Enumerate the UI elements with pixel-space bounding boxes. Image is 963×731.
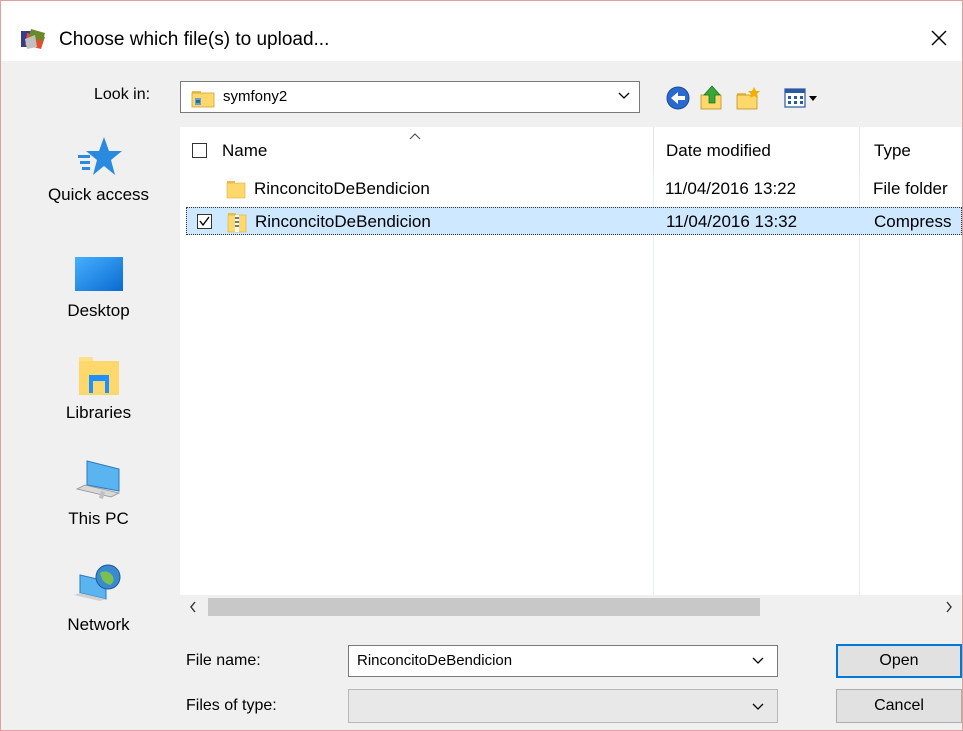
- look-in-label: Look in:: [94, 86, 151, 103]
- column-header-name[interactable]: Name: [188, 127, 652, 173]
- row-checkbox-checked[interactable]: [197, 214, 212, 229]
- app-icon: [21, 29, 45, 49]
- column-date-label: Date modified: [666, 141, 771, 160]
- chevron-down-icon: [618, 92, 630, 99]
- places-bar: Quick access Desktop Libraries This PC N…: [18, 127, 179, 717]
- close-button[interactable]: [916, 15, 962, 61]
- file-row-selected[interactable]: RinconcitoDeBendicion 11/04/2016 13:32 C…: [186, 207, 962, 235]
- scroll-right-icon[interactable]: [944, 600, 954, 614]
- folder-icon: [191, 91, 215, 108]
- new-folder-icon[interactable]: [735, 85, 761, 111]
- file-name-cell: RinconcitoDeBendicion: [254, 179, 430, 198]
- file-date-cell: 11/04/2016 13:32: [666, 212, 798, 231]
- place-label: Desktop: [67, 301, 130, 320]
- column-header-type[interactable]: Type: [860, 127, 962, 173]
- star-icon: [77, 137, 122, 175]
- column-name-label: Name: [222, 141, 268, 160]
- file-dialog: Choose which file(s) to upload... Look i…: [0, 0, 963, 731]
- place-network[interactable]: Network: [18, 563, 179, 635]
- scrollbar-thumb[interactable]: [208, 598, 760, 616]
- folder-icon: [226, 181, 246, 199]
- place-label: This PC: [68, 509, 129, 528]
- file-type-label: Files of type:: [186, 697, 277, 714]
- file-row[interactable]: RinconcitoDeBendicion 11/04/2016 13:22 F…: [186, 175, 962, 203]
- column-header-date[interactable]: Date modified: [654, 127, 854, 173]
- select-all-checkbox[interactable]: [192, 143, 207, 158]
- place-label: Libraries: [65, 403, 132, 422]
- file-type-cell: File folder: [873, 179, 948, 198]
- checkmark-icon: [199, 216, 210, 227]
- window-title: Choose which file(s) to upload...: [59, 29, 330, 50]
- close-icon: [931, 30, 947, 46]
- place-libraries[interactable]: Libraries: [18, 355, 179, 423]
- open-button[interactable]: Open: [836, 644, 962, 678]
- file-name-label: File name:: [186, 652, 261, 669]
- file-name-input[interactable]: RinconcitoDeBendicion: [348, 645, 778, 677]
- back-icon[interactable]: [665, 85, 691, 111]
- file-name-value: RinconcitoDeBendicion: [357, 652, 513, 669]
- chevron-down-icon[interactable]: [751, 654, 765, 668]
- view-menu-icon[interactable]: [783, 85, 821, 111]
- title-bar: Choose which file(s) to upload...: [1, 1, 962, 61]
- place-label: Quick access: [47, 185, 150, 204]
- file-name-cell: RinconcitoDeBendicion: [255, 212, 431, 231]
- look-in-combo[interactable]: symfony2: [180, 81, 640, 113]
- place-quick-access[interactable]: Quick access: [18, 133, 179, 205]
- file-type-select[interactable]: [348, 689, 778, 723]
- libraries-icon: [78, 357, 119, 395]
- column-divider-line: [653, 173, 654, 619]
- nav-toolbar: [665, 82, 835, 112]
- up-folder-icon[interactable]: [699, 85, 725, 111]
- zip-folder-icon: [227, 213, 247, 233]
- file-type-cell: Compress: [874, 212, 952, 231]
- column-divider-line: [859, 173, 860, 619]
- scroll-left-icon[interactable]: [188, 600, 198, 614]
- horizontal-scrollbar[interactable]: [180, 595, 962, 619]
- computer-icon: [75, 460, 120, 499]
- cancel-button[interactable]: Cancel: [836, 689, 962, 723]
- place-label: Network: [67, 615, 130, 634]
- chevron-down-icon[interactable]: [751, 700, 765, 714]
- place-desktop[interactable]: Desktop: [18, 255, 179, 321]
- file-date-cell: 11/04/2016 13:22: [665, 179, 797, 198]
- column-type-label: Type: [874, 141, 911, 160]
- file-list[interactable]: Name Date modified Type RinconcitoDeBend…: [180, 127, 962, 619]
- desktop-icon: [74, 257, 123, 291]
- network-icon: [73, 564, 120, 601]
- place-this-pc[interactable]: This PC: [18, 459, 179, 529]
- look-in-value: symfony2: [223, 88, 288, 105]
